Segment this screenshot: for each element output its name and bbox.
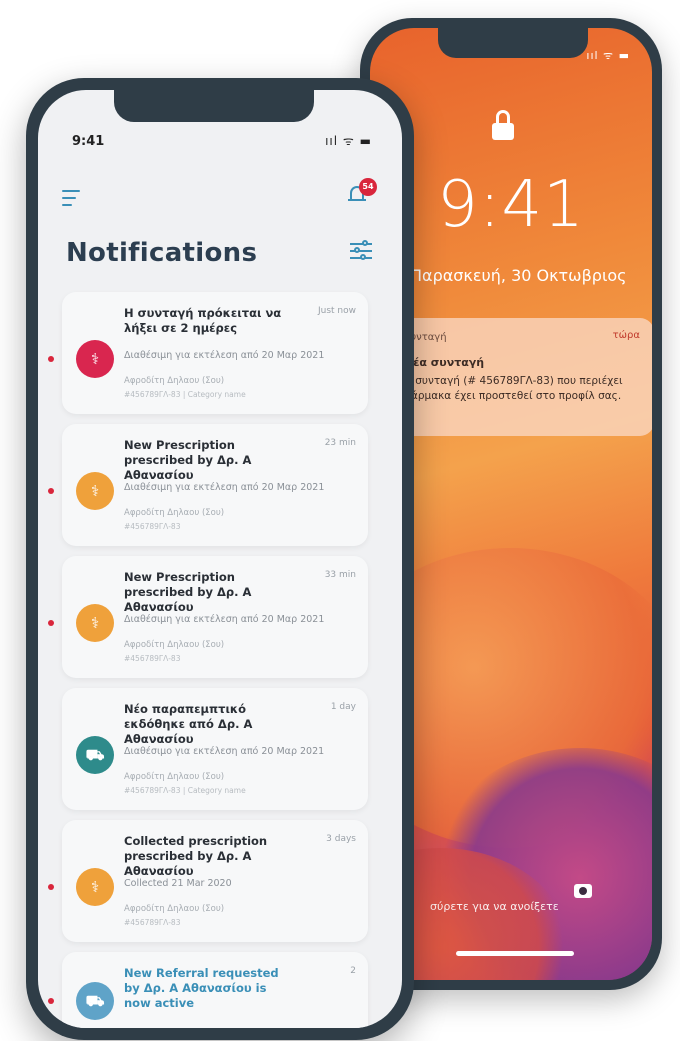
lock-notification[interactable]: Συνταγή τώρα Νέα συνταγή Η συνταγή (# 45… xyxy=(394,318,652,436)
app-screen: 9:41 ııl ᯤ ▬ 54 Notifications ⚕ Η συνταγή… xyxy=(38,90,402,1028)
notification-subtitle: Διαθέσιμη για εκτέλεση από 20 Μαρ 2021 xyxy=(124,614,325,625)
notification-avatar-icon: ⛟ xyxy=(76,736,114,774)
notification-avatar-icon: ⚕ xyxy=(76,868,114,906)
notification-title: Η συνταγή πρόκειται να λήξει σε 2 ημέρες xyxy=(124,306,282,335)
notification-title: Νέο παραπεμπτικό εκδόθηκε από Δρ. Α Αθαν… xyxy=(124,702,253,746)
lock-status-icons: ııl ᯤ ▬ xyxy=(586,49,630,62)
notification-subtitle: Διαθέσιμο για εκτέλεση από 20 Μαρ 2021 xyxy=(124,746,325,757)
lock-date: Παρασκευή, 30 Οκτωβριος xyxy=(410,266,627,285)
swipe-hint: σύρετε για να ανοίξετε xyxy=(430,900,559,913)
unread-dot xyxy=(48,620,54,626)
notch xyxy=(114,90,314,122)
notification-subtitle: Διαθέσιμη για εκτέλεση από 20 Μαρ 2021 xyxy=(124,350,325,361)
notification-count-badge: 54 xyxy=(359,178,377,196)
notification-avatar-icon: ⛟ xyxy=(76,982,114,1020)
unread-dot xyxy=(48,884,54,890)
app-phone: 9:41 ııl ᯤ ▬ 54 Notifications ⚕ Η συνταγή… xyxy=(26,78,414,1040)
page-title: Notifications xyxy=(66,238,258,268)
menu-icon[interactable] xyxy=(62,190,80,206)
notification-list: ⚕ Η συνταγή πρόκειται να λήξει σε 2 ημέρε… xyxy=(48,292,368,1028)
notification-patient: Αφροδίτη Δηλαου (Σου) xyxy=(124,640,225,650)
notification-avatar-icon: ⚕ xyxy=(76,604,114,642)
notification-card[interactable]: ⚕ New Prescription prescribed by Δρ. Α Αθ… xyxy=(48,556,368,678)
notification-avatar-icon: ⚕ xyxy=(76,472,114,510)
status-time: 9:41 xyxy=(72,134,105,149)
notification-subtitle: Collected 21 Mar 2020 xyxy=(124,878,232,889)
lock-notification-body: Η συνταγή (# 456789ΓΛ-83) που περιέχει φ… xyxy=(404,375,623,402)
unread-dot xyxy=(48,998,54,1004)
home-indicator[interactable] xyxy=(456,951,574,956)
lock-notification-title: Νέα συνταγή xyxy=(404,356,485,369)
unread-dot xyxy=(48,356,54,362)
notification-patient: Αφροδίτη Δηλαου (Σου) xyxy=(124,904,225,914)
lock-icon xyxy=(492,110,514,140)
notification-time: Just now xyxy=(317,306,356,316)
notification-card[interactable]: ⚕ New Prescription prescribed by Δρ. Α Αθ… xyxy=(48,424,368,546)
notification-card[interactable]: ⛟ New Referral requested by Δρ. Α Αθανασί… xyxy=(48,952,368,1028)
notification-card[interactable]: ⛟ Νέο παραπεμπτικό εκδόθηκε από Δρ. Α Αθα… xyxy=(62,688,368,810)
notification-time: 1 day xyxy=(330,702,356,712)
notification-title: New Prescription prescribed by Δρ. Α Αθα… xyxy=(124,438,252,482)
notification-time: 23 min xyxy=(324,438,356,448)
notification-avatar-icon: ⚕ xyxy=(76,340,114,378)
notification-title: Collected prescription prescribed by Δρ.… xyxy=(124,834,268,878)
notification-reference: #456789ΓΛ-83 xyxy=(124,918,181,927)
notification-reference: #456789ΓΛ-83 | Category name xyxy=(124,390,246,399)
status-icons: ııl ᯤ ▬ xyxy=(325,134,372,148)
notification-card[interactable]: ⚕ Collected prescription prescribed by Δρ… xyxy=(48,820,368,942)
notification-time: 3 days xyxy=(326,834,356,844)
filter-icon[interactable] xyxy=(350,240,372,262)
camera-icon[interactable] xyxy=(574,884,592,898)
notification-subtitle: Διαθέσιμη για εκτέλεση από 20 Μαρ 2021 xyxy=(124,482,325,493)
notification-reference: #456789ΓΛ-83 | Category name xyxy=(124,786,246,795)
notification-patient: Αφροδίτη Δηλαου (Σου) xyxy=(124,772,225,782)
notification-reference: #456789ΓΛ-83 xyxy=(124,654,181,663)
notification-title: New Prescription prescribed by Δρ. Α Αθα… xyxy=(124,570,252,614)
notification-patient: Αφροδίτη Δηλαου (Σου) xyxy=(124,508,225,518)
lock-notification-time: τώρα xyxy=(612,330,640,341)
notification-time: 33 min xyxy=(324,570,356,580)
notification-title: New Referral requested by Δρ. Α Αθανασίο… xyxy=(124,966,279,1010)
unread-dot xyxy=(48,488,54,494)
notification-time: 2 xyxy=(350,966,356,976)
notification-reference: #456789ΓΛ-83 xyxy=(124,522,181,531)
notch xyxy=(438,28,588,58)
notification-card[interactable]: ⚕ Η συνταγή πρόκειται να λήξει σε 2 ημέρε… xyxy=(48,292,368,414)
bell-icon[interactable]: 54 xyxy=(348,178,377,204)
notification-patient: Αφροδίτη Δηλαου (Σου) xyxy=(124,376,225,386)
